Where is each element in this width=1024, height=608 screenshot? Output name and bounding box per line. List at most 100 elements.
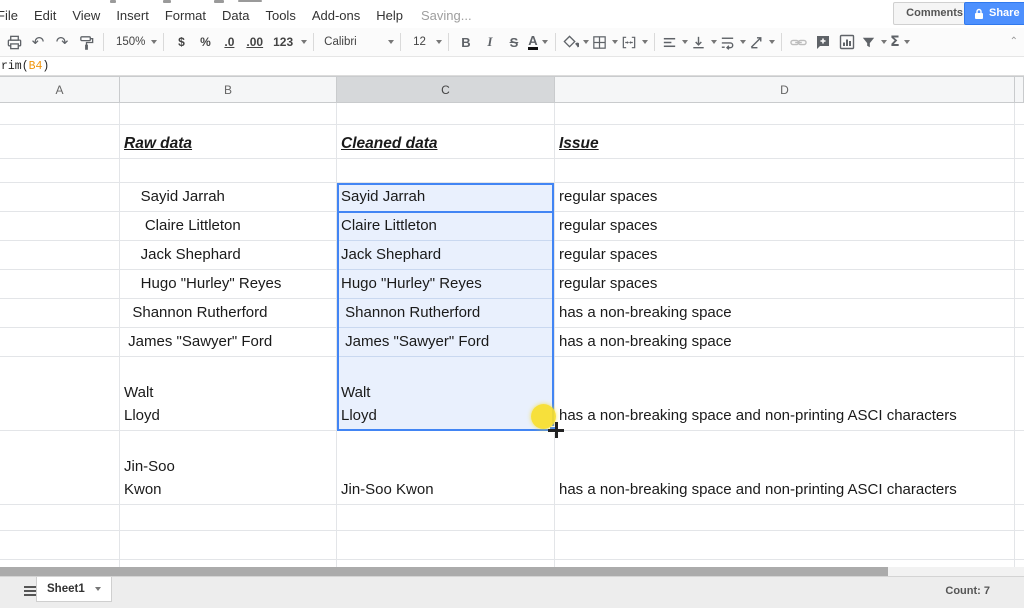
cell[interactable]: Shannon Rutherford [120, 299, 337, 328]
cell[interactable]: has a non-breaking space and non-printin… [555, 357, 1015, 431]
insert-chart-button[interactable] [836, 30, 858, 54]
filter-button[interactable] [860, 30, 887, 54]
cell[interactable] [337, 531, 555, 560]
zoom-select[interactable]: 150% [110, 30, 157, 54]
collapse-toolbar-icon[interactable]: ⌃ [1010, 36, 1018, 47]
cell[interactable]: Sayid Jarrah [120, 183, 337, 212]
cell[interactable] [0, 241, 120, 270]
sheet-tab-sheet1[interactable]: Sheet1 [36, 577, 112, 602]
cell[interactable] [0, 505, 120, 531]
cell[interactable]: Claire Littleton [337, 212, 555, 241]
cell[interactable]: James "Sawyer" Ford [337, 328, 555, 357]
share-button[interactable]: Share [964, 2, 1024, 25]
cell-cleaned-data-header[interactable]: Cleaned data [337, 125, 555, 159]
column-header-d[interactable]: D [555, 76, 1015, 103]
format-currency-button[interactable]: $ [170, 30, 192, 54]
cell[interactable]: regular spaces [555, 212, 1015, 241]
borders-button[interactable] [591, 30, 618, 54]
cell[interactable]: Jin-Soo Kwon [120, 431, 337, 505]
column-header-a[interactable]: A [0, 76, 120, 103]
scrollbar-thumb[interactable] [0, 567, 888, 576]
cell[interactable] [0, 328, 120, 357]
cell[interactable] [0, 431, 120, 505]
cell[interactable] [0, 270, 120, 299]
cell[interactable]: has a non-breaking space [555, 328, 1015, 357]
cell[interactable] [337, 505, 555, 531]
increase-decimal-button[interactable]: .00 [242, 30, 267, 54]
cell-raw-data-header[interactable]: Raw data [120, 125, 337, 159]
menu-addons[interactable]: Add-ons [304, 5, 368, 26]
cell[interactable] [1015, 328, 1024, 357]
cell[interactable] [337, 103, 555, 125]
cell[interactable]: has a non-breaking space and non-printin… [555, 431, 1015, 505]
cell[interactable] [1015, 505, 1024, 531]
horizontal-align-button[interactable] [661, 30, 688, 54]
text-wrap-button[interactable] [719, 30, 746, 54]
formula-bar[interactable]: rim(B4) [0, 57, 1024, 76]
cell[interactable] [1015, 212, 1024, 241]
cell[interactable]: Jin-Soo Kwon [337, 431, 555, 505]
cell-issue-header[interactable]: Issue [555, 125, 1015, 159]
bold-button[interactable]: B [455, 30, 477, 54]
font-size-select[interactable]: 12 [407, 30, 442, 54]
number-format-menu[interactable]: 123 [269, 30, 307, 54]
cell[interactable]: Jack Shephard [337, 241, 555, 270]
cell[interactable]: Hugo "Hurley" Reyes [337, 270, 555, 299]
cell[interactable] [120, 103, 337, 125]
cell[interactable] [1015, 357, 1024, 431]
functions-button[interactable]: Σ [889, 30, 911, 54]
insert-comment-button[interactable] [812, 30, 834, 54]
cell[interactable]: Jack Shephard [120, 241, 337, 270]
cell[interactable]: James "Sawyer" Ford [120, 328, 337, 357]
menu-data[interactable]: Data [214, 5, 257, 26]
cell[interactable] [555, 531, 1015, 560]
cell[interactable] [1015, 299, 1024, 328]
cell[interactable] [1015, 125, 1024, 159]
redo-button[interactable]: ↷ [51, 30, 73, 54]
menu-tools[interactable]: Tools [257, 5, 303, 26]
text-color-button[interactable]: A [527, 30, 549, 54]
active-cell-c4[interactable]: Sayid Jarrah [337, 183, 555, 212]
format-percent-button[interactable]: % [194, 30, 216, 54]
cell[interactable] [0, 103, 120, 125]
print-button[interactable] [3, 30, 25, 54]
italic-button[interactable]: I [479, 30, 501, 54]
cell[interactable] [0, 357, 120, 431]
cell[interactable]: Walt Lloyd [337, 357, 555, 431]
cell[interactable] [555, 159, 1015, 183]
menu-insert[interactable]: Insert [108, 5, 157, 26]
menu-format[interactable]: Format [157, 5, 214, 26]
cell[interactable] [1015, 159, 1024, 183]
menu-view[interactable]: View [64, 5, 108, 26]
cell[interactable]: Walt Lloyd [120, 357, 337, 431]
undo-button[interactable]: ↶ [27, 30, 49, 54]
column-header-b[interactable]: B [120, 76, 337, 103]
paint-format-button[interactable] [75, 30, 97, 54]
cell[interactable] [0, 299, 120, 328]
fill-color-button[interactable] [562, 30, 589, 54]
merge-cells-button[interactable] [620, 30, 648, 54]
insert-link-button[interactable] [788, 30, 810, 54]
column-header-c[interactable]: C [337, 76, 555, 103]
status-count[interactable]: Count: 7 [945, 585, 990, 597]
cell[interactable] [1015, 103, 1024, 125]
cell[interactable] [0, 125, 120, 159]
cell[interactable] [0, 159, 120, 183]
cell[interactable] [1015, 241, 1024, 270]
decrease-decimal-button[interactable]: .0 [218, 30, 240, 54]
horizontal-scrollbar[interactable] [0, 567, 1024, 576]
cell[interactable] [120, 159, 337, 183]
font-family-select[interactable]: Calibri [320, 30, 394, 54]
strikethrough-button[interactable]: S [503, 30, 525, 54]
column-header-e[interactable] [1015, 76, 1024, 103]
cell[interactable] [555, 505, 1015, 531]
cell[interactable]: regular spaces [555, 270, 1015, 299]
cell[interactable] [337, 159, 555, 183]
cell[interactable] [1015, 531, 1024, 560]
cell[interactable] [120, 531, 337, 560]
cell[interactable] [1015, 270, 1024, 299]
cell[interactable] [120, 505, 337, 531]
cell[interactable] [0, 183, 120, 212]
cell[interactable] [0, 212, 120, 241]
menu-file[interactable]: File [0, 5, 26, 26]
